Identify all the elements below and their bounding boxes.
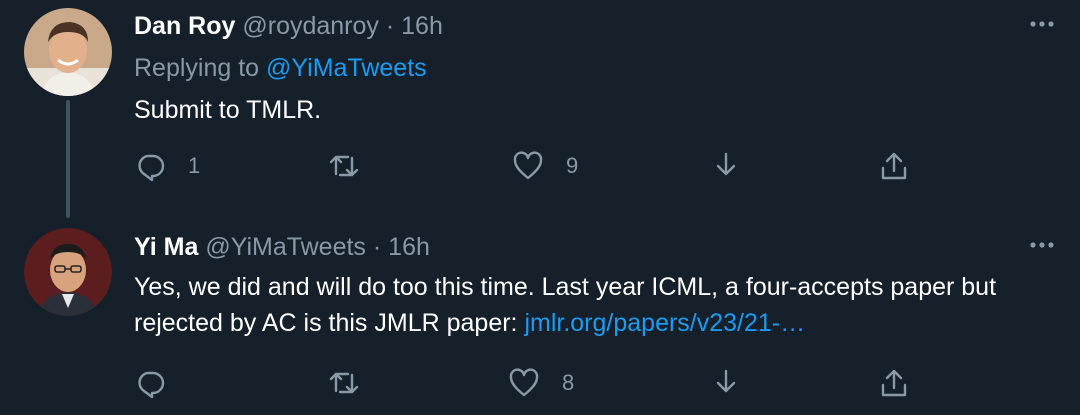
retweet-button[interactable] [328,146,382,186]
bookmark-icon [716,152,736,176]
separator: · [372,233,382,261]
share-button[interactable] [878,146,910,186]
more-icon[interactable] [1028,10,1056,38]
tweet-header: Yi Ma @YiMaTweets · 16h [134,231,430,263]
tweet-dan-roy[interactable]: Dan Roy @roydanroy · 16h Replying to @Yi… [0,0,1080,218]
replying-to-handle[interactable]: @YiMaTweets [266,54,427,82]
reply-icon [138,154,165,182]
retweet-icon [329,372,359,394]
action-bar: 8 [134,363,924,403]
tweet-text: Submit to TMLR. [134,96,322,124]
replying-to-label: Replying to [134,54,260,82]
retweet-button[interactable] [328,363,382,403]
like-icon [509,368,539,397]
like-button[interactable]: 8 [508,363,574,403]
thread-line [66,100,70,218]
handle[interactable]: @roydanroy [242,12,379,40]
avatar-dan-roy-image [24,8,112,96]
avatar[interactable] [24,228,112,316]
like-button[interactable]: 9 [512,146,578,186]
timestamp[interactable]: 16h [401,12,443,40]
like-count: 9 [566,153,579,178]
more-icon[interactable] [1028,231,1056,259]
replying-to: Replying to @YiMaTweets [134,52,427,84]
action-bar: 1 9 [134,146,924,186]
like-count: 8 [562,370,575,395]
handle[interactable]: @YiMaTweets [205,233,366,261]
reply-button[interactable]: 1 [134,146,200,186]
avatar-yi-ma-image [24,228,112,316]
tweet-yi-ma[interactable]: Yi Ma @YiMaTweets · 16h Yes, we did and … [0,215,1080,415]
display-name[interactable]: Dan Roy [134,12,235,40]
share-icon [881,369,907,397]
reply-icon [138,371,165,399]
separator: · [385,12,395,40]
tweet-link[interactable]: jmlr.org/papers/v23/21-… [524,309,805,337]
bookmark-button[interactable] [710,363,742,403]
timestamp[interactable]: 16h [388,233,430,261]
tweet-text: Yes, we did and will do too this time. L… [134,269,1054,341]
reply-count: 1 [188,153,201,178]
like-icon [513,151,543,180]
reply-button[interactable] [134,363,188,403]
bookmark-icon [716,369,736,393]
display-name[interactable]: Yi Ma [134,233,198,261]
share-icon [881,152,907,180]
retweet-icon [329,155,359,177]
bookmark-button[interactable] [710,146,742,186]
tweet-header: Dan Roy @roydanroy · 16h [134,10,443,42]
share-button[interactable] [878,363,910,403]
avatar[interactable] [24,8,112,96]
